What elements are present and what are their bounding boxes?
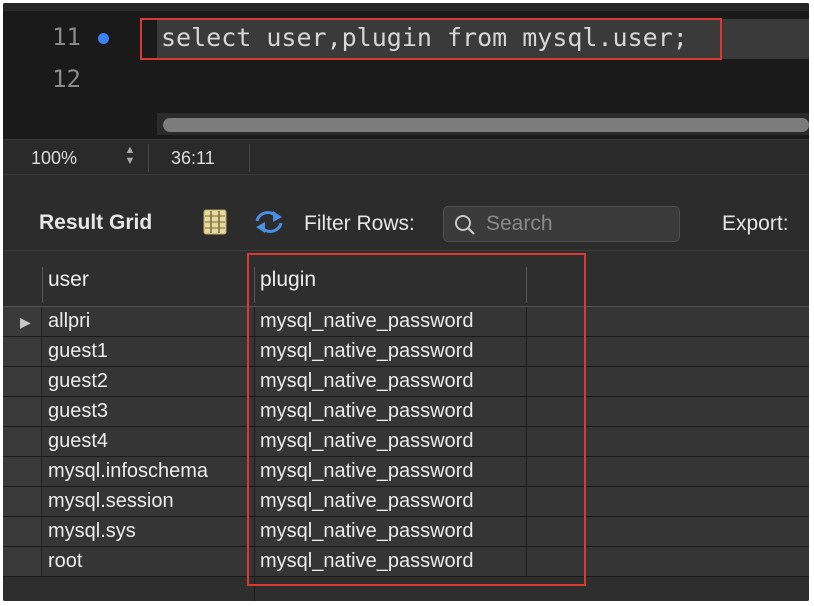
row-header[interactable] <box>3 487 42 516</box>
row-header[interactable] <box>3 337 42 366</box>
cell-user[interactable]: guest4 <box>48 430 108 453</box>
search-icon <box>455 215 475 235</box>
cell-user[interactable]: mysql.infoschema <box>48 460 208 483</box>
export-label: Export: <box>722 212 789 235</box>
plugin-column-highlight-box <box>247 253 586 586</box>
chevron-updown-icon[interactable]: ▲ ▼ <box>122 145 138 169</box>
row-header[interactable] <box>3 547 42 576</box>
line-number-11: 11 <box>52 23 81 51</box>
row-header[interactable] <box>3 457 42 486</box>
sql-editor[interactable]: 11 select user,plugin from mysql.user; 1… <box>3 3 809 139</box>
refresh-icon[interactable] <box>253 209 285 235</box>
cell-user[interactable]: allpri <box>48 310 90 333</box>
result-toolbar: Result Grid Filter Rows: Export: <box>3 175 809 251</box>
editor-status-bar: 100% ▲ ▼ 36:11 <box>3 139 809 175</box>
grid-view-icon[interactable] <box>203 209 227 235</box>
cell-user[interactable]: root <box>48 550 82 573</box>
workbench-window: 11 select user,plugin from mysql.user; 1… <box>3 3 809 601</box>
filter-search-box[interactable] <box>443 206 680 242</box>
previous-line-fragment <box>3 3 809 11</box>
status-divider <box>249 144 250 172</box>
editor-scroll-thumb[interactable] <box>163 118 809 132</box>
status-divider <box>148 144 149 172</box>
row-header[interactable] <box>3 367 42 396</box>
cell-user[interactable]: guest1 <box>48 340 108 363</box>
row-header[interactable]: ▶ <box>3 307 42 336</box>
row-header[interactable] <box>3 427 42 456</box>
cell-user[interactable]: mysql.sys <box>48 520 136 543</box>
zoom-level: 100% <box>31 148 78 168</box>
current-row-arrow-icon: ▶ <box>20 314 31 330</box>
row-header[interactable] <box>3 517 42 546</box>
sql-highlight-box <box>140 18 722 60</box>
filter-search-input[interactable] <box>486 211 671 237</box>
filter-rows-label: Filter Rows: <box>304 212 415 235</box>
cell-user[interactable]: guest3 <box>48 400 108 423</box>
cell-user[interactable]: mysql.session <box>48 490 174 513</box>
row-header[interactable] <box>3 397 42 426</box>
line-number-12: 12 <box>52 65 81 93</box>
result-grid-label: Result Grid <box>39 211 153 234</box>
cell-user[interactable]: guest2 <box>48 370 108 393</box>
header-divider <box>42 267 43 303</box>
statement-marker-icon <box>98 33 109 44</box>
cursor-position: 36:11 <box>171 148 215 168</box>
column-header-user[interactable]: user <box>48 268 89 292</box>
